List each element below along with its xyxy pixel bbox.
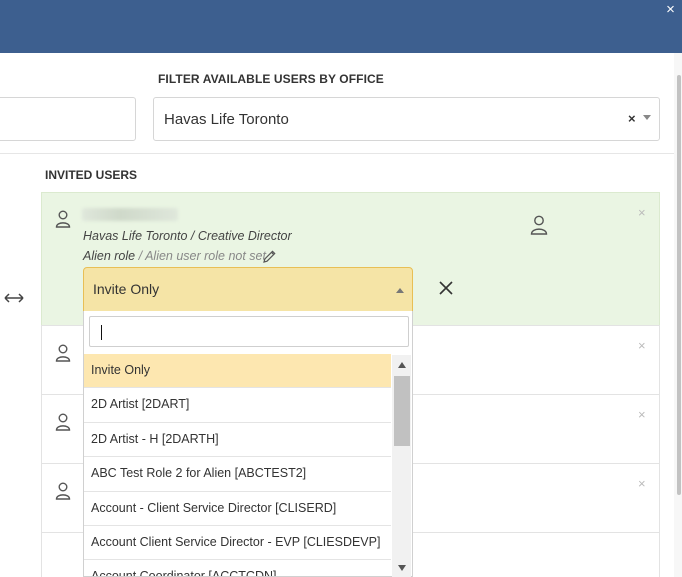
remove-user-icon[interactable]: × (638, 407, 646, 422)
invite-users-dialog: × FILTER AVAILABLE USERS BY OFFICE Havas… (0, 0, 682, 577)
role-option[interactable]: 2D Artist [2DART] (84, 388, 391, 423)
role-option[interactable]: 2D Artist - H [2DARTH] (84, 423, 391, 458)
section-divider (0, 153, 674, 154)
text-cursor (101, 325, 102, 340)
remove-user-icon[interactable]: × (638, 205, 646, 220)
role-select-value: Invite Only (93, 281, 160, 297)
role-dropdown: Invite Only 2D Artist [2DART] 2D Artist … (83, 311, 413, 577)
chevron-up-icon[interactable] (396, 288, 404, 293)
office-filter-label: FILTER AVAILABLE USERS BY OFFICE (158, 72, 384, 86)
user-icon (55, 413, 71, 436)
alien-role-label: Alien role (83, 249, 136, 263)
user-name-redacted (82, 208, 178, 221)
role-options-list: Invite Only 2D Artist [2DART] 2D Artist … (84, 354, 391, 576)
close-icon[interactable]: × (659, 0, 682, 22)
office-filter-select[interactable]: Havas Life Toronto × (153, 97, 660, 141)
remove-user-icon[interactable]: × (638, 476, 646, 491)
pencil-icon[interactable] (262, 249, 277, 269)
alien-role-value: / Alien user role not set (135, 249, 266, 263)
close-icon[interactable] (436, 278, 456, 303)
role-option[interactable]: Account Client Service Director - EVP [C… (84, 526, 391, 561)
invited-users-label: INVITED USERS (45, 168, 138, 182)
user-icon (55, 344, 71, 367)
remove-user-icon[interactable]: × (638, 338, 646, 353)
role-select[interactable]: Invite Only (83, 267, 413, 312)
user-icon (55, 210, 71, 233)
role-option[interactable]: Account - Client Service Director [CLISE… (84, 492, 391, 526)
scroll-down-icon[interactable] (398, 565, 406, 571)
role-option[interactable]: ABC Test Role 2 for Alien [ABCTEST2] (84, 457, 391, 492)
dialog-header: × (0, 0, 682, 53)
role-search-input[interactable] (89, 316, 409, 347)
dropdown-scroll-thumb[interactable] (394, 376, 410, 446)
user-icon (55, 482, 71, 505)
user-search-input[interactable] (0, 97, 136, 141)
user-office-role: Havas Life Toronto / Creative Director (83, 229, 292, 243)
chevron-down-icon[interactable] (643, 115, 651, 120)
user-profile-icon[interactable] (530, 215, 548, 240)
scroll-up-icon[interactable] (398, 362, 406, 368)
office-clear-icon[interactable]: × (628, 111, 636, 126)
role-option[interactable]: Invite Only (84, 354, 391, 389)
role-option[interactable]: Account Coordinator [ACCTCDN] (84, 560, 391, 576)
horizontal-arrows-icon[interactable] (4, 289, 24, 309)
alien-role-line: Alien role / Alien user role not set (83, 249, 266, 263)
office-filter-value: Havas Life Toronto (164, 111, 289, 128)
page-scrollbar-thumb[interactable] (677, 75, 681, 495)
